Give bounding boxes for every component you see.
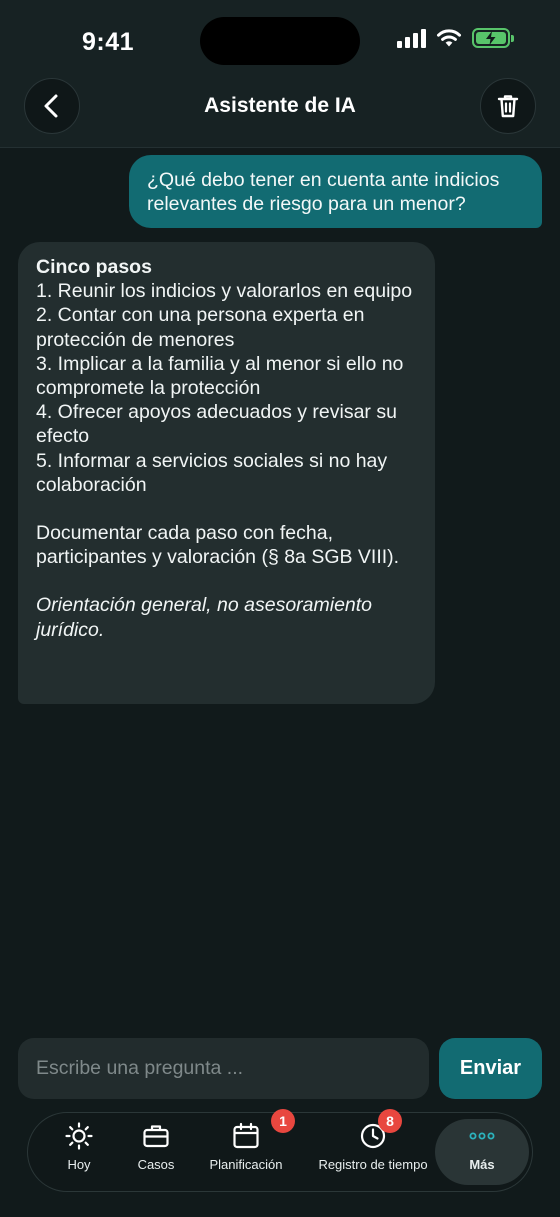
documentation-note: Documentar cada paso con fecha, particip… — [36, 522, 400, 569]
tab-registro-de-tiempo[interactable]: 8 Registro de tiempo — [308, 1109, 438, 1185]
tab-label: Casos — [137, 1157, 175, 1172]
cellular-signal-icon — [397, 28, 426, 48]
tab-bar: Hoy Casos 1 Planificación 8 Registro de … — [27, 1109, 533, 1192]
header: Asistente de IA — [0, 78, 560, 148]
notification-badge: 8 — [378, 1109, 402, 1133]
assistant-message: Cinco pasos 1. Reunir los indicios y val… — [18, 242, 435, 704]
disclaimer: Orientación general, no asesoramiento ju… — [36, 594, 373, 641]
page-title: Asistente de IA — [204, 94, 356, 117]
battery-icon — [472, 28, 514, 48]
wifi-icon — [437, 29, 461, 47]
trash-icon — [497, 95, 519, 118]
question-input-placeholder: Escribe una pregunta ... — [36, 1057, 244, 1079]
dynamic-island — [200, 17, 360, 65]
step-item: 1. Reunir los indicios y valorarlos en e… — [36, 280, 413, 303]
tab-mas[interactable]: Más — [435, 1119, 529, 1185]
tab-label: Más — [469, 1157, 495, 1172]
status-bar: 9:41 — [0, 0, 560, 80]
more-icon — [469, 1132, 495, 1140]
tab-label: Registro de tiempo — [318, 1157, 428, 1172]
question-input[interactable]: Escribe una pregunta ... — [18, 1038, 429, 1099]
tab-label: Planificación — [209, 1157, 283, 1172]
tab-casos[interactable]: Casos — [126, 1119, 186, 1185]
step-item: 2. Contar con una persona experta en pro… — [36, 304, 365, 351]
briefcase-icon — [143, 1125, 169, 1148]
tab-hoy[interactable]: Hoy — [46, 1119, 112, 1185]
user-message: ¿Qué debo tener en cuenta ante indicios … — [129, 155, 542, 228]
calendar-icon — [233, 1122, 259, 1149]
step-item: 4. Ofrecer apoyos adecuados y revisar su… — [36, 401, 397, 448]
sun-icon — [65, 1122, 93, 1150]
tab-label: Hoy — [67, 1157, 91, 1172]
assistant-heading: Cinco pasos — [36, 256, 152, 278]
step-item: 5. Informar a servicios sociales si no h… — [36, 449, 388, 496]
tab-planificacion[interactable]: 1 Planificación — [200, 1109, 295, 1185]
step-item: 3. Implicar a la familia y al menor si e… — [36, 352, 404, 400]
status-time: 9:41 — [82, 28, 135, 56]
status-icons — [397, 28, 514, 48]
delete-chat-button[interactable] — [480, 78, 536, 134]
notification-badge: 1 — [271, 1109, 295, 1133]
send-button[interactable]: Enviar — [439, 1038, 542, 1099]
